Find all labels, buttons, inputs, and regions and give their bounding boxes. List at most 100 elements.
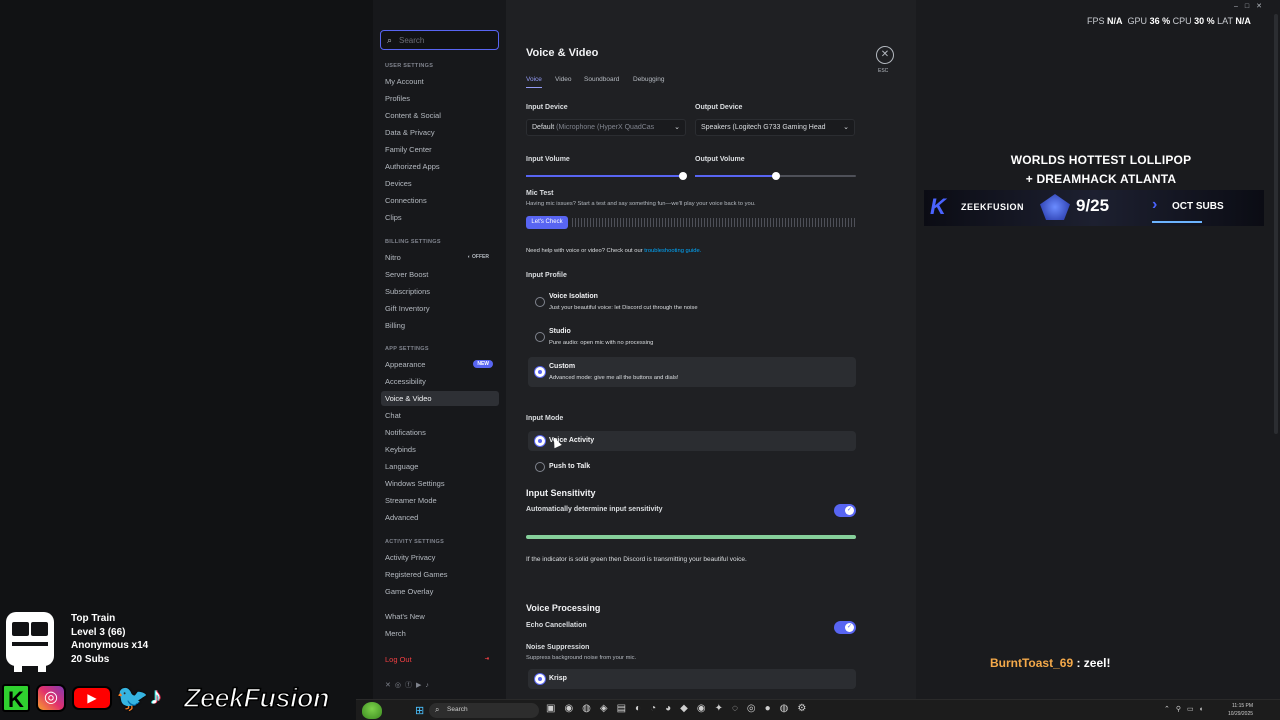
tab-soundboard[interactable]: Soundboard — [584, 76, 619, 83]
sidebar-item-game-overlay[interactable]: Game Overlay — [381, 584, 499, 599]
auto-sensitivity-toggle[interactable]: ✓ — [834, 504, 856, 517]
mic-test-label: Mic Test — [526, 190, 554, 197]
taskbar-search[interactable]: ⌕ Search — [429, 703, 539, 718]
sidebar-item-profiles[interactable]: Profiles — [381, 91, 499, 106]
sidebar-item-nitro[interactable]: Nitro ◐ OFFER — [381, 250, 499, 265]
social-bar: K ◎ ▶ 🐦 ♪ ZeekFusion — [0, 682, 352, 714]
logout-button[interactable]: Log Out ⇥ — [381, 652, 499, 667]
streamer-name: ZeekFusion — [183, 682, 330, 714]
sidebar-item-connections[interactable]: Connections — [381, 193, 499, 208]
profile-voice-isolation[interactable]: Voice Isolation Just your beautiful voic… — [528, 289, 856, 319]
sidebar-item-streamer-mode[interactable]: Streamer Mode — [381, 493, 499, 508]
sidebar-item-windows-settings[interactable]: Windows Settings — [381, 476, 499, 491]
radio-button[interactable] — [535, 462, 545, 472]
sidebar-item-language[interactable]: Language — [381, 459, 499, 474]
sidebar-item-devices[interactable]: Devices — [381, 176, 499, 191]
window-controls[interactable]: –□✕ — [1234, 2, 1269, 10]
slider-handle[interactable] — [771, 172, 780, 180]
sidebar-item-merch[interactable]: Merch — [381, 626, 499, 641]
input-device-select[interactable]: Default (Microphone (HyperX QuadCas ⌄ — [526, 119, 686, 136]
hype-train-info: Top Train Level 3 (66) Anonymous x14 20 … — [71, 613, 149, 665]
section-app-settings: APP SETTINGS — [385, 346, 429, 352]
tab-voice[interactable]: Voice — [526, 76, 542, 88]
taskbar-apps[interactable]: ▣◉◍◈▤◐◔◕◆◉✦◌◎●◍⚙ — [546, 703, 815, 714]
scrollbar[interactable] — [1274, 14, 1278, 434]
chevron-down-icon: ⌄ — [843, 124, 849, 131]
windows-taskbar: ⊞ ⌕ Search ▣◉◍◈▤◐◔◕◆◉✦◌◎●◍⚙ ⌃⚲▭◐ 11:15 P… — [356, 699, 1280, 720]
noise-suppression-label: Noise Suppression — [526, 644, 590, 651]
tab-video[interactable]: Video — [555, 76, 572, 83]
sidebar-item-accessibility[interactable]: Accessibility — [381, 374, 499, 389]
sidebar-item-data-privacy[interactable]: Data & Privacy — [381, 125, 499, 140]
sidebar-item-chat[interactable]: Chat — [381, 408, 499, 423]
perf-hud: FPS N/A GPU 36 % CPU 30 % LAT N/A — [1087, 16, 1251, 26]
section-billing-settings: BILLING SETTINGS — [385, 239, 441, 245]
sidebar-item-billing[interactable]: Billing — [381, 318, 499, 333]
sidebar-item-registered-games[interactable]: Registered Games — [381, 567, 499, 582]
sidebar-item-my-account[interactable]: My Account — [381, 74, 499, 89]
mic-test-desc: Having mic issues? Start a test and say … — [526, 201, 756, 207]
input-volume-slider[interactable] — [526, 172, 687, 180]
radio-button-selected[interactable] — [535, 674, 545, 684]
sidebar-item-advanced[interactable]: Advanced — [381, 510, 499, 525]
lets-check-button[interactable]: Let's Check — [526, 216, 568, 229]
sidebar-item-whats-new[interactable]: What's New — [381, 609, 499, 624]
sidebar-item-appearance[interactable]: Appearance NEW — [381, 357, 499, 372]
new-badge: NEW — [473, 360, 493, 368]
input-volume-label: Input Volume — [526, 156, 570, 163]
tab-debugging[interactable]: Debugging — [633, 76, 664, 83]
sensitivity-note: If the indicator is solid green then Dis… — [526, 556, 747, 563]
sidebar-item-gift-inventory[interactable]: Gift Inventory — [381, 301, 499, 316]
system-tray[interactable]: ⌃⚲▭◐ — [1164, 705, 1210, 713]
slider-handle[interactable] — [678, 172, 687, 180]
sidebar-item-subscriptions[interactable]: Subscriptions — [381, 284, 499, 299]
troubleshooting-link[interactable]: troubleshooting guide. — [644, 248, 701, 254]
page-title: Voice & Video — [526, 47, 599, 59]
stream-overlay-left — [0, 0, 373, 720]
input-sensitivity-title: Input Sensitivity — [526, 488, 596, 498]
output-volume-slider[interactable] — [695, 172, 856, 180]
windows-start-icon[interactable]: ⊞ — [415, 704, 424, 717]
sidebar-item-family-center[interactable]: Family Center — [381, 142, 499, 157]
radio-button-selected[interactable] — [535, 367, 545, 377]
logout-icon: ⇥ — [484, 656, 489, 662]
section-activity-settings: ACTIVITY SETTINGS — [385, 539, 445, 545]
radio-button[interactable] — [535, 332, 545, 342]
check-icon: ✓ — [845, 623, 854, 632]
offer-badge: ◐ OFFER — [467, 254, 489, 260]
mode-push-to-talk[interactable]: Push to Talk — [528, 457, 856, 477]
search-icon: ⌕ — [435, 705, 440, 714]
sidebar-item-notifications[interactable]: Notifications — [381, 425, 499, 440]
brand-logo-icon: K — [930, 194, 946, 219]
profile-custom[interactable]: Custom Advanced mode: give me all the bu… — [528, 357, 856, 387]
radio-button-selected[interactable] — [535, 436, 545, 446]
social-links[interactable]: ✕◎ⓕ▶♪ — [385, 680, 433, 690]
echo-cancellation-toggle[interactable]: ✓ — [834, 621, 856, 634]
close-button[interactable]: ✕ — [876, 46, 894, 64]
sidebar-item-content-social[interactable]: Content & Social — [381, 108, 499, 123]
sidebar-item-authorized-apps[interactable]: Authorized Apps — [381, 159, 499, 174]
mode-voice-activity[interactable]: Voice Activity — [528, 431, 856, 451]
search-input[interactable]: ⌕ Search — [380, 30, 499, 50]
stream-overlay-right — [916, 0, 1280, 699]
profile-studio[interactable]: Studio Pure audio: open mic with no proc… — [528, 324, 856, 354]
train-icon — [6, 612, 54, 672]
noise-suppression-desc: Suppress background noise from your mic. — [526, 655, 637, 661]
sidebar-item-activity-privacy[interactable]: Activity Privacy — [381, 550, 499, 565]
frog-icon — [362, 702, 382, 719]
sidebar-item-voice-video[interactable]: Voice & Video — [381, 391, 499, 406]
sidebar-item-clips[interactable]: Clips — [381, 210, 499, 225]
kick-icon: K — [2, 684, 30, 712]
radio-button[interactable] — [535, 297, 545, 307]
sensitivity-indicator — [526, 535, 856, 539]
suppression-krisp[interactable]: Krisp — [528, 669, 856, 689]
mic-level-meter — [572, 218, 856, 227]
input-mode-label: Input Mode — [526, 415, 564, 422]
instagram-icon: ◎ — [36, 684, 66, 712]
sidebar-item-server-boost[interactable]: Server Boost — [381, 267, 499, 282]
output-device-select[interactable]: Speakers (Logitech G733 Gaming Head ⌄ — [695, 119, 855, 136]
tiktok-icon: ♪ — [150, 683, 162, 710]
auto-sensitivity-label: Automatically determine input sensitivit… — [526, 506, 663, 513]
chat-message: BurntToast_69 : zeel! — [990, 656, 1111, 670]
sidebar-item-keybinds[interactable]: Keybinds — [381, 442, 499, 457]
